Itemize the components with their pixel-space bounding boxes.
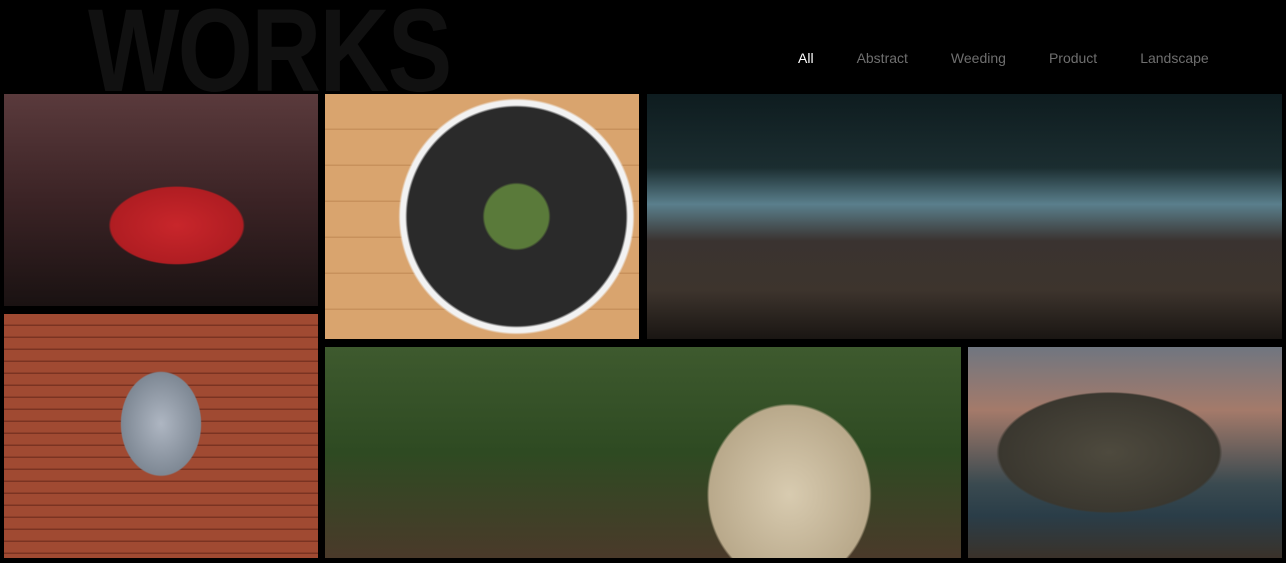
gallery-image-food[interactable] bbox=[325, 94, 639, 339]
filter-all[interactable]: All bbox=[798, 50, 814, 66]
filter-abstract[interactable]: Abstract bbox=[857, 50, 908, 66]
filter-weeding[interactable]: Weeding bbox=[951, 50, 1006, 66]
gallery-image-truck[interactable] bbox=[4, 94, 318, 306]
filter-landscape[interactable]: Landscape bbox=[1140, 50, 1209, 66]
gallery-image-station[interactable] bbox=[647, 94, 1282, 339]
filter-product[interactable]: Product bbox=[1049, 50, 1097, 66]
gallery-image-pug[interactable] bbox=[325, 347, 961, 558]
filter-nav: All Abstract Weeding Product Landscape bbox=[798, 50, 1252, 66]
gallery-image-rock[interactable] bbox=[968, 347, 1282, 558]
section-title: WORKS bbox=[88, 0, 451, 94]
gallery-image-window[interactable] bbox=[4, 314, 318, 558]
